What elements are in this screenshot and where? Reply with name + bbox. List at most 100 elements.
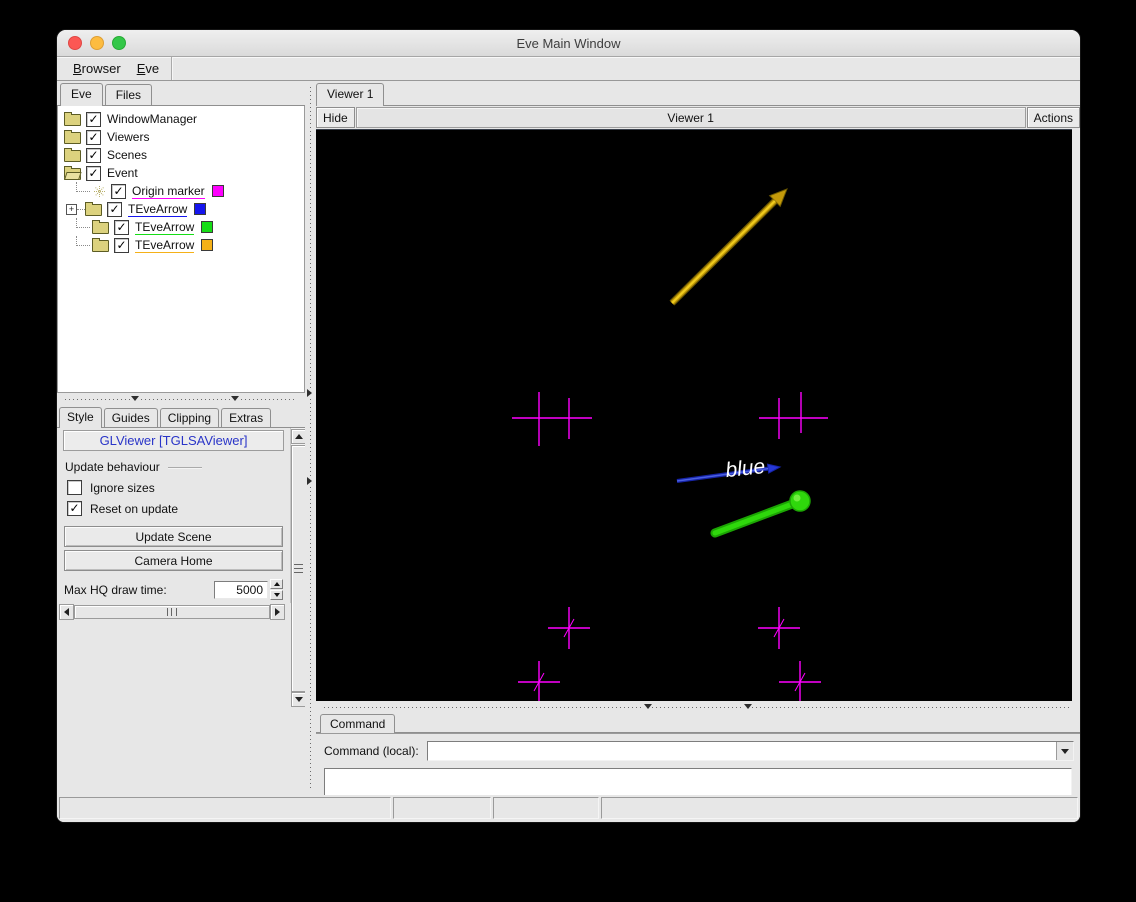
tree-connector xyxy=(76,182,90,192)
item-checkbox[interactable] xyxy=(86,129,101,145)
tab-files[interactable]: Files xyxy=(104,84,153,105)
viewer-command-splitter[interactable] xyxy=(316,701,1080,713)
eve-tree: WindowManager Viewers Scenes Event xyxy=(57,106,305,393)
tree-connector xyxy=(76,236,90,246)
command-tabbar: Command xyxy=(316,713,1080,733)
spin-up-icon[interactable] xyxy=(270,579,283,589)
scrollbar-thumb[interactable] xyxy=(74,605,270,619)
editor-vertical-scrollbar[interactable] xyxy=(290,428,306,707)
tab-style[interactable]: Style xyxy=(59,407,102,428)
item-checkbox[interactable] xyxy=(114,219,129,235)
tree-item-tevearrow-green[interactable]: TEveArrow xyxy=(58,218,304,236)
tab-clipping[interactable]: Clipping xyxy=(159,408,220,427)
expand-icon[interactable]: + xyxy=(66,203,77,215)
tree-item-windowmanager[interactable]: WindowManager xyxy=(58,110,304,128)
item-checkbox[interactable] xyxy=(114,237,129,253)
panel-splitter[interactable] xyxy=(305,81,316,795)
max-hq-row: Max HQ draw time: 5000 xyxy=(64,579,283,600)
marker-icon xyxy=(93,185,106,198)
item-checkbox[interactable] xyxy=(86,147,101,163)
item-checkbox[interactable] xyxy=(111,183,126,199)
traffic-lights xyxy=(68,36,126,50)
splitter-arrow-icon xyxy=(644,704,652,709)
color-chip[interactable] xyxy=(201,221,214,233)
status-cell xyxy=(601,797,1078,819)
menu-eve[interactable]: Eve xyxy=(129,59,167,78)
tree-connector xyxy=(76,218,90,228)
splitter-arrow-icon xyxy=(307,477,312,485)
gl-scene[interactable]: blue xyxy=(316,130,1072,701)
tree-item-event[interactable]: Event xyxy=(58,164,304,182)
spin-down-icon[interactable] xyxy=(270,590,283,600)
spinner-label: Max HQ draw time: xyxy=(64,582,167,597)
menu-browser[interactable]: Browser xyxy=(65,59,129,78)
close-button[interactable] xyxy=(68,36,82,50)
hide-button[interactable]: Hide xyxy=(316,107,355,128)
window-title: Eve Main Window xyxy=(516,35,621,51)
command-panel: Command Command (local): xyxy=(316,713,1080,806)
tree-editor-splitter[interactable] xyxy=(57,393,305,405)
update-scene-button[interactable]: Update Scene xyxy=(64,526,283,547)
combo-dropdown-icon[interactable] xyxy=(1056,742,1073,760)
ignore-sizes-checkbox[interactable] xyxy=(67,480,82,495)
titlebar[interactable]: Eve Main Window xyxy=(57,30,1080,57)
svg-text:blue: blue xyxy=(724,455,766,482)
menu-separator xyxy=(171,57,173,80)
tree-item-viewers[interactable]: Viewers xyxy=(58,128,304,146)
tree-connector xyxy=(77,208,85,210)
tree-item-origin-marker[interactable]: Origin marker xyxy=(58,182,304,200)
tab-command[interactable]: Command xyxy=(320,714,396,733)
tree-item-label: TEveArrow xyxy=(128,201,188,217)
reset-on-update-checkbox[interactable] xyxy=(67,501,82,516)
minimize-button[interactable] xyxy=(90,36,104,50)
tree-item-label: Origin marker xyxy=(132,183,205,199)
folder-icon xyxy=(64,147,81,162)
viewer-panel: Viewer 1 Hide Viewer 1 Actions blue Comm… xyxy=(316,81,1080,806)
tree-item-label: Viewers xyxy=(107,129,150,144)
gl-viewer-editor: GLViewer [TGLSAViewer] Update behaviour … xyxy=(57,428,290,603)
scroll-right-icon[interactable] xyxy=(270,604,285,620)
group-label: Update behaviour xyxy=(65,460,160,474)
open-folder-icon xyxy=(64,165,81,180)
max-hq-input[interactable]: 5000 xyxy=(214,580,268,599)
color-chip[interactable] xyxy=(211,185,224,197)
tree-item-tevearrow-blue[interactable]: + TEveArrow xyxy=(58,200,304,218)
folder-icon xyxy=(64,111,81,126)
viewer-tabbar: Viewer 1 xyxy=(316,81,1080,106)
item-checkbox[interactable] xyxy=(86,165,101,181)
folder-icon xyxy=(92,219,109,234)
left-panel: Eve Files WindowManager Viewers Scen xyxy=(57,81,306,795)
splitter-arrow-icon xyxy=(307,389,312,397)
scroll-up-icon[interactable] xyxy=(291,429,306,444)
item-checkbox[interactable] xyxy=(86,111,101,127)
ignore-sizes-row: Ignore sizes xyxy=(67,480,290,495)
editor-header: GLViewer [TGLSAViewer] xyxy=(63,430,284,451)
tree-item-label: Scenes xyxy=(107,147,148,162)
color-chip[interactable] xyxy=(201,239,214,251)
scroll-left-icon[interactable] xyxy=(59,604,74,620)
zoom-button[interactable] xyxy=(112,36,126,50)
tree-item-label: Event xyxy=(107,165,138,180)
tree-item-scenes[interactable]: Scenes xyxy=(58,146,304,164)
tab-viewer-1[interactable]: Viewer 1 xyxy=(316,83,385,106)
tab-extras[interactable]: Extras xyxy=(221,408,272,427)
actions-button[interactable]: Actions xyxy=(1026,107,1080,128)
tree-item-label: TEveArrow xyxy=(135,219,195,235)
command-combobox[interactable] xyxy=(426,741,1074,761)
browser-tabbar: Eve Files xyxy=(57,81,305,106)
tree-item-tevearrow-orange[interactable]: TEveArrow xyxy=(58,236,304,254)
command-input[interactable] xyxy=(427,742,1056,760)
gl-viewport[interactable]: blue xyxy=(316,129,1072,701)
eve-main-window: Eve Main Window Browser Eve Eve Files Wi… xyxy=(57,30,1080,822)
menubar: Browser Eve xyxy=(57,57,1080,81)
editor-horizontal-scrollbar[interactable] xyxy=(59,604,285,620)
tab-eve[interactable]: Eve xyxy=(60,83,103,106)
camera-home-button[interactable]: Camera Home xyxy=(64,550,283,571)
update-behaviour-group: Update behaviour xyxy=(65,460,282,474)
status-cell xyxy=(393,797,491,819)
color-chip[interactable] xyxy=(194,203,207,215)
tree-item-label: WindowManager xyxy=(107,111,198,126)
checkbox-label: Ignore sizes xyxy=(90,480,155,495)
item-checkbox[interactable] xyxy=(107,201,122,217)
tab-guides[interactable]: Guides xyxy=(103,408,158,427)
